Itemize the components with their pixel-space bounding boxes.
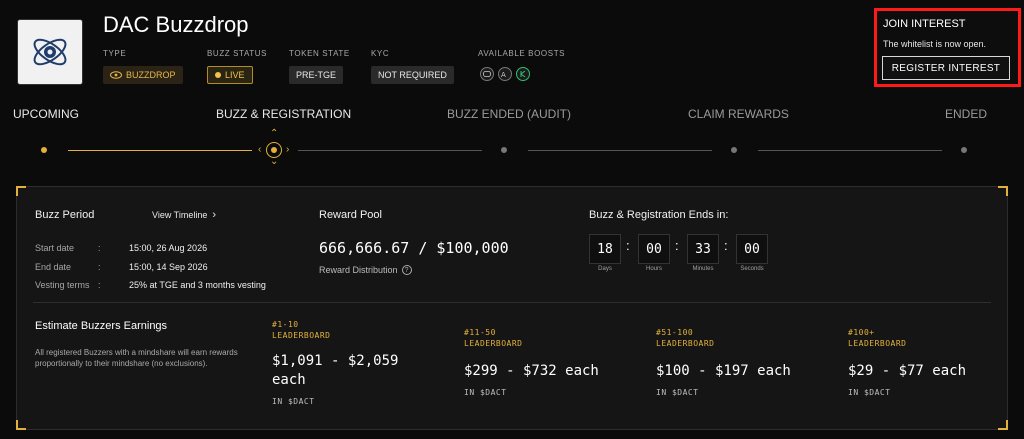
start-date-label: Start date bbox=[35, 243, 75, 253]
vesting-label: Vesting terms bbox=[35, 280, 90, 290]
stage-upcoming: UPCOMING bbox=[13, 107, 79, 121]
eye-icon bbox=[110, 71, 122, 79]
earnings-title: Estimate Buzzers Earnings bbox=[35, 320, 168, 332]
tier-amount: $299 - $732 each bbox=[464, 363, 599, 379]
countdown-colon: : bbox=[724, 238, 728, 253]
stage-claim-rewards: CLAIM REWARDS bbox=[688, 107, 789, 121]
type-label: TYPE bbox=[103, 49, 127, 58]
tier-currency: IN $DACT bbox=[848, 388, 891, 397]
timeline-line-3 bbox=[528, 150, 712, 151]
countdown-colon: : bbox=[675, 238, 679, 253]
timeline-active-marker bbox=[266, 142, 282, 158]
tier-rank: #11-50 bbox=[464, 328, 496, 337]
tier-rank: #100+ bbox=[848, 328, 875, 337]
chevron-right-icon: › bbox=[212, 208, 217, 221]
join-subtitle: The whitelist is now open. bbox=[883, 39, 987, 49]
view-timeline-label: View Timeline bbox=[152, 210, 208, 220]
buzz-status-label: BUZZ STATUS bbox=[207, 49, 268, 58]
dac-logo-icon bbox=[33, 38, 67, 66]
earnings-description: All registered Buzzers with a mindshare … bbox=[35, 348, 238, 368]
tier-amount: $1,091 - $2,059 bbox=[272, 353, 399, 369]
type-value: BUZZDROP bbox=[126, 70, 176, 80]
countdown-colon: : bbox=[626, 238, 630, 253]
register-interest-button[interactable]: REGISTER INTEREST bbox=[882, 56, 1010, 80]
tier-currency: IN $DACT bbox=[464, 388, 507, 397]
timeline-dot-claim bbox=[731, 147, 737, 153]
token-state-badge: PRE-TGE bbox=[289, 66, 344, 84]
start-date-value: 15:00, 26 Aug 2026 bbox=[129, 243, 208, 253]
tier-amount: $29 - $77 each bbox=[848, 363, 967, 379]
hours-label: Hours bbox=[645, 266, 662, 272]
help-icon[interactable]: ? bbox=[401, 265, 412, 275]
timeline-dot-ended bbox=[961, 147, 967, 153]
end-date-value: 15:00, 14 Sep 2026 bbox=[129, 262, 208, 272]
project-logo bbox=[17, 19, 83, 85]
boost-kaito-icon[interactable] bbox=[516, 67, 530, 81]
countdown-hours: 00 bbox=[638, 234, 670, 264]
kyc-badge: NOT REQUIRED bbox=[371, 66, 454, 84]
stage-buzz-registration: BUZZ & REGISTRATION bbox=[216, 107, 352, 121]
join-title: JOIN INTEREST bbox=[883, 18, 966, 30]
view-timeline-link[interactable]: View Timeline › bbox=[152, 208, 217, 221]
chevron-right-icon: › bbox=[286, 144, 290, 155]
tier-currency: IN $DACT bbox=[272, 397, 315, 406]
status-value: LIVE bbox=[225, 70, 245, 80]
end-date-label: End date bbox=[35, 262, 72, 272]
timeline-line-4 bbox=[758, 150, 942, 151]
timeline-dot-upcoming bbox=[41, 147, 47, 153]
timeline-dot-buzz-ended bbox=[501, 147, 507, 153]
timeline-line-2 bbox=[298, 150, 482, 151]
kyc-label: KYC bbox=[371, 49, 390, 58]
colon-separator: : bbox=[98, 262, 101, 272]
reward-distribution-label: Reward Distribution bbox=[319, 265, 398, 275]
countdown-seconds: 00 bbox=[736, 234, 768, 264]
tier-amount: $100 - $197 each bbox=[656, 363, 791, 379]
stage-buzz-ended: BUZZ ENDED (AUDIT) bbox=[447, 107, 571, 121]
chevron-left-icon: ‹ bbox=[258, 144, 262, 155]
type-badge: BUZZDROP bbox=[103, 66, 183, 84]
timeline-progress-line bbox=[68, 150, 252, 151]
countdown-title-text: Buzz & Registration Ends in bbox=[589, 209, 726, 221]
live-dot-icon bbox=[215, 72, 221, 78]
tier-board: LEADERBOARD bbox=[272, 331, 331, 340]
days-label: Days bbox=[598, 266, 612, 272]
boosts-label: AVAILABLE BOOSTS bbox=[478, 49, 566, 58]
colon-separator: : bbox=[98, 280, 101, 290]
vesting-value: 25% at TGE and 3 months vesting bbox=[129, 280, 266, 290]
tier-currency: IN $DACT bbox=[656, 388, 699, 397]
boost-translate-icon[interactable]: A bbox=[498, 67, 512, 81]
reward-pool-title: Reward Pool bbox=[319, 209, 382, 221]
tier-rank: #51-100 bbox=[656, 328, 694, 337]
tier-amount-suffix: each bbox=[272, 372, 306, 388]
svg-text:A: A bbox=[501, 71, 506, 78]
token-state-label: TOKEN STATE bbox=[289, 49, 350, 58]
minutes-label: Minutes bbox=[692, 266, 714, 272]
reward-pool-value: 666,666.67 / $100,000 bbox=[319, 239, 509, 257]
section-divider bbox=[33, 302, 991, 303]
join-interest-panel: JOIN INTEREST The whitelist is now open.… bbox=[874, 8, 1021, 87]
status-badge: LIVE bbox=[207, 66, 253, 84]
boost-discord-icon[interactable] bbox=[480, 67, 494, 81]
chevron-up-icon: ⌃ bbox=[270, 128, 279, 139]
buzz-period-title: Buzz Period bbox=[35, 209, 95, 221]
tier-board: LEADERBOARD bbox=[656, 339, 715, 348]
countdown-minutes: 33 bbox=[687, 234, 719, 264]
stage-ended: ENDED bbox=[945, 107, 988, 121]
tier-rank: #1-10 bbox=[272, 320, 299, 329]
countdown-title: Buzz & Registration Ends in: bbox=[589, 209, 729, 221]
colon-separator: : bbox=[98, 243, 101, 253]
tier-board: LEADERBOARD bbox=[848, 339, 907, 348]
reward-distribution-link[interactable]: Reward Distribution ? bbox=[319, 265, 412, 275]
tier-board: LEADERBOARD bbox=[464, 339, 523, 348]
seconds-label: Seconds bbox=[740, 266, 764, 272]
countdown-days: 18 bbox=[589, 234, 621, 264]
page-title: DAC Buzzdrop bbox=[103, 12, 249, 37]
